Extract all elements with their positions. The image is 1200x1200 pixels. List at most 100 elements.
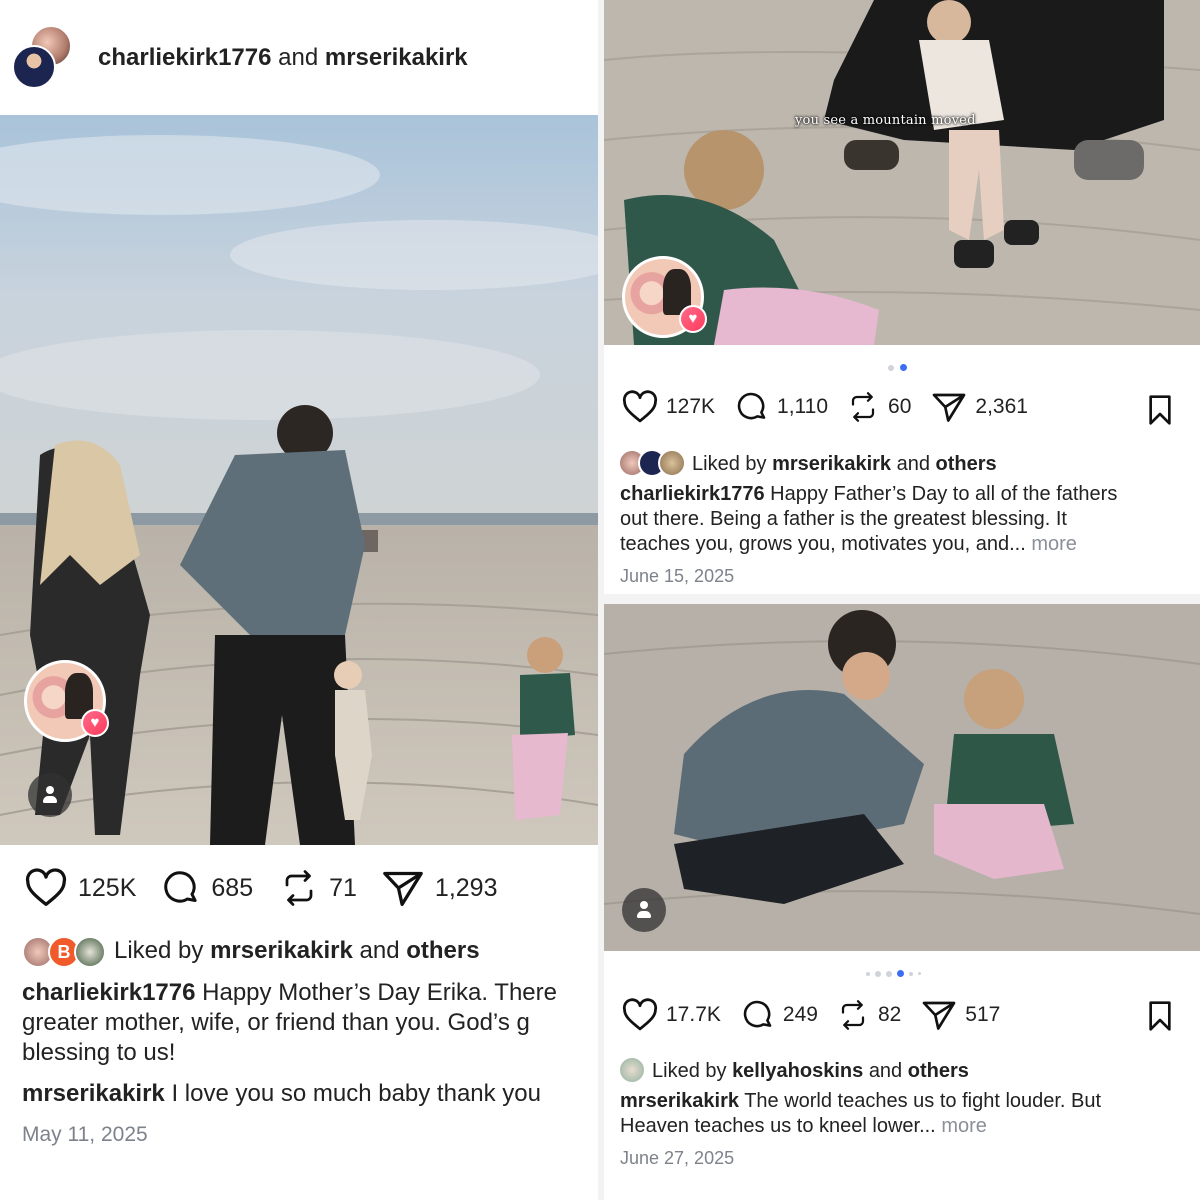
like-button[interactable]: 127K <box>620 390 715 424</box>
tagged-users-button[interactable] <box>622 888 666 932</box>
avatar <box>618 1056 646 1084</box>
liker-avatars: B <box>22 936 108 968</box>
liker-username[interactable]: kellyahoskins <box>732 1060 863 1082</box>
top-comment[interactable]: mrserikakirk I love you so much baby tha… <box>22 1079 594 1109</box>
repost-count: 82 <box>877 1003 902 1026</box>
like-count: 125K <box>78 873 137 902</box>
author-link[interactable]: mrserikakirk <box>325 44 468 71</box>
liked-by-text: Liked by kellyahoskins and others <box>652 1060 969 1083</box>
comment-bubble-icon <box>737 392 766 420</box>
post-date: June 15, 2025 <box>620 566 735 586</box>
repost-icon <box>285 870 313 906</box>
comment-count: 249 <box>782 1003 818 1026</box>
liked-by[interactable]: Liked by kellyahoskins and others <box>618 1056 969 1086</box>
comment-button[interactable]: 249 <box>741 998 818 1032</box>
caption-line: The world teaches us to fight louder. Bu… <box>744 1090 1102 1112</box>
comment-username[interactable]: mrserikakirk <box>22 1080 165 1107</box>
post-video[interactable] <box>604 604 1200 951</box>
liked-by[interactable]: Liked by mrserikakirk and others <box>618 449 997 479</box>
comment-count: 685 <box>211 873 254 902</box>
carousel-dot-active[interactable] <box>900 364 907 371</box>
liker-username[interactable]: mrserikakirk <box>772 453 891 475</box>
avatar <box>12 44 56 89</box>
user-icon <box>41 786 59 804</box>
liker-username[interactable]: mrserikakirk <box>210 937 353 964</box>
carousel-dot[interactable] <box>866 971 870 976</box>
carousel-dot-active[interactable] <box>897 970 904 977</box>
caption-line: Happy Father’s Day to all of the fathers <box>770 483 1118 505</box>
liker-avatars <box>618 1056 648 1086</box>
heart-badge-icon: ♥ <box>81 709 109 737</box>
carousel-dots <box>888 364 907 371</box>
avatar <box>74 936 106 968</box>
profile-overlay-avatar[interactable]: ♥ <box>24 660 109 742</box>
caption-username[interactable]: mrserikakirk <box>620 1090 739 1112</box>
share-count: 2,361 <box>975 395 1028 418</box>
liked-by-others[interactable]: others <box>936 453 997 475</box>
liked-by[interactable]: B Liked by mrserikakirk and others <box>22 936 480 968</box>
share-button[interactable]: 517 <box>921 998 1000 1032</box>
caption-line: out there. Being a father is the greates… <box>620 507 1067 530</box>
more-link[interactable]: more <box>941 1115 987 1137</box>
comment-button[interactable]: 685 <box>161 868 253 908</box>
heart-icon <box>622 390 658 423</box>
repost-icon <box>851 392 875 422</box>
caption-username[interactable]: charliekirk1776 <box>620 483 765 505</box>
save-button[interactable] <box>1144 394 1176 431</box>
action-bar: 17.7K 249 82 517 <box>620 998 1000 1032</box>
share-count: 1,293 <box>434 873 498 902</box>
bookmark-icon <box>1149 395 1171 425</box>
liked-by-prefix: Liked by <box>652 1059 727 1082</box>
repost-button[interactable]: 82 <box>838 998 901 1032</box>
liked-by-others[interactable]: others <box>908 1060 969 1082</box>
post-authors: charliekirk1776 and mrserikakirk <box>98 44 468 72</box>
post-date: June 27, 2025 <box>620 1148 735 1168</box>
like-button[interactable]: 17.7K <box>620 998 721 1032</box>
action-bar: 125K 685 71 1,293 <box>24 868 497 908</box>
caption-username[interactable]: charliekirk1776 <box>22 979 195 1006</box>
share-button[interactable]: 1,293 <box>381 868 498 908</box>
avatar <box>658 449 686 477</box>
liked-by-joiner: and <box>359 937 400 964</box>
tagged-users-button[interactable] <box>28 773 72 817</box>
repost-button[interactable]: 60 <box>848 390 911 424</box>
carousel-dot[interactable] <box>918 972 921 975</box>
heart-icon <box>622 998 658 1031</box>
post-photo[interactable]: ♥ <box>0 115 598 845</box>
carousel-dot[interactable] <box>875 970 881 977</box>
post-caption: charliekirk1776 Happy Mother’s Day Erika… <box>22 978 594 1067</box>
liker-avatars <box>618 449 688 479</box>
heart-icon <box>25 868 67 906</box>
share-count: 517 <box>965 1003 1001 1026</box>
more-link[interactable]: more <box>1031 533 1077 555</box>
share-button[interactable]: 2,361 <box>931 390 1028 424</box>
repost-button[interactable]: 71 <box>281 868 357 908</box>
left-post: charliekirk1776 and mrserikakirk ♥ 125K … <box>0 0 598 1200</box>
video-text-overlay: you see a mountain moved <box>795 113 976 128</box>
author-link[interactable]: charliekirk1776 <box>98 44 271 71</box>
carousel-dots <box>866 970 921 977</box>
bookmark-icon <box>1149 1001 1171 1031</box>
comment-button[interactable]: 1,110 <box>735 390 828 424</box>
action-bar: 127K 1,110 60 2,361 <box>620 390 1028 424</box>
post-caption: charliekirk1776 Happy Father’s Day to al… <box>620 482 1192 556</box>
liked-by-joiner: and <box>868 1059 903 1082</box>
carousel-dot[interactable] <box>909 971 913 976</box>
carousel-dot[interactable] <box>888 364 894 371</box>
comment-text: I love you so much baby thank you <box>171 1080 542 1107</box>
repost-count: 71 <box>329 873 357 902</box>
collab-avatars[interactable] <box>12 24 78 91</box>
save-button[interactable] <box>1144 1000 1176 1037</box>
post-photo[interactable]: ♥ <box>604 0 1200 345</box>
comment-bubble-icon <box>743 1000 772 1028</box>
profile-overlay-avatar[interactable]: ♥ <box>622 256 707 338</box>
caption-line: Happy Mother’s Day Erika. There <box>202 979 557 1006</box>
comment-bubble-icon <box>164 871 198 903</box>
caption-line: blessing to us! <box>22 1038 176 1066</box>
liked-by-others[interactable]: others <box>406 937 479 964</box>
post-caption: mrserikakirk The world teaches us to fig… <box>620 1089 1192 1139</box>
send-icon <box>933 393 966 422</box>
liked-by-prefix: Liked by <box>692 452 767 475</box>
carousel-dot[interactable] <box>886 970 892 977</box>
like-button[interactable]: 125K <box>24 868 136 908</box>
